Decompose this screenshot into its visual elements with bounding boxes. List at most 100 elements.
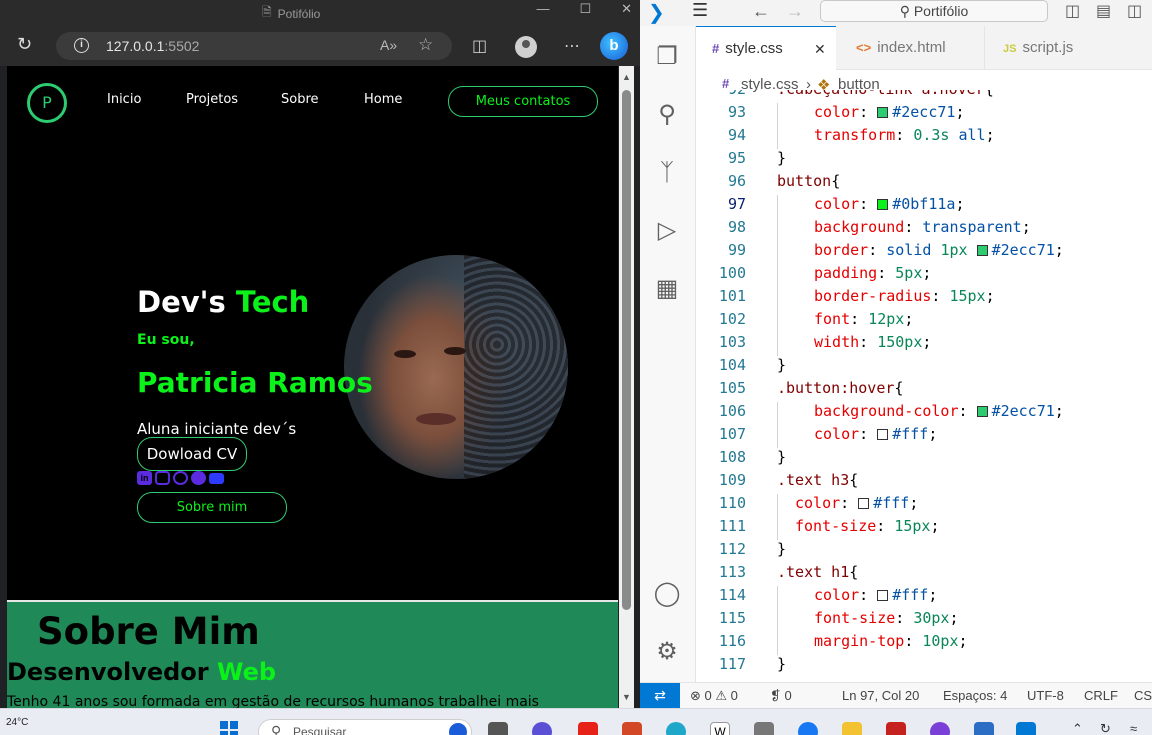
bing-copilot-icon[interactable]: b [600, 32, 628, 60]
teams-icon[interactable] [532, 722, 552, 735]
color-swatch[interactable] [976, 406, 988, 417]
color-swatch[interactable] [976, 245, 988, 256]
language-mode[interactable]: CS [1134, 688, 1152, 703]
code-editor[interactable]: 92 .cabeçalho-link a:hover{93 color: #2ecc… [696, 90, 1152, 680]
download-cv-button[interactable]: Dowload CV [137, 437, 247, 471]
address-bar[interactable]: i 127.0.0.1:5502 A» ☆ [56, 32, 452, 60]
toggle-secondary-sidebar-icon[interactable]: ◫ [1127, 1, 1142, 21]
vscode-taskbar-icon[interactable] [1016, 722, 1036, 735]
tab-style-css[interactable]: # style.css ✕ [696, 26, 836, 70]
minimize-icon[interactable]: — [536, 1, 549, 17]
maximize-icon[interactable]: ☐ [579, 1, 591, 17]
tab-index-html[interactable]: <> index.html [838, 26, 982, 70]
scrollbar-thumb[interactable] [622, 90, 631, 610]
reload-icon[interactable]: ↻ [17, 34, 32, 55]
command-center-search[interactable]: ⚲ Portifólio [820, 0, 1048, 22]
app-m-icon[interactable] [754, 722, 774, 735]
more-menu-icon[interactable]: ⋯ [564, 36, 580, 56]
code-line[interactable]: 113 .text h1{ [696, 563, 1152, 586]
code-line[interactable]: 115 font-size: 30px; [696, 609, 1152, 632]
wifi-icon[interactable]: ≈ [1130, 721, 1137, 735]
start-button[interactable] [220, 721, 238, 735]
code-line[interactable]: 101 border-radius: 15px; [696, 287, 1152, 310]
read-aloud-icon[interactable]: A» [380, 37, 397, 53]
toggle-panel-icon[interactable]: ▤ [1096, 1, 1111, 21]
about-me-button[interactable]: Sobre mim [137, 492, 287, 523]
favorite-star-icon[interactable]: ☆ [418, 35, 433, 55]
site-logo[interactable]: P [27, 83, 67, 123]
edge-icon[interactable] [666, 722, 686, 735]
nav-link-home[interactable]: Home [364, 92, 402, 107]
code-line[interactable]: 98 background: transparent; [696, 218, 1152, 241]
contacts-button[interactable]: Meus contatos [448, 86, 598, 117]
code-line[interactable]: 110 color: #fff; [696, 494, 1152, 517]
page-scrollbar[interactable]: ▲ ▼ [619, 66, 634, 708]
code-line[interactable]: 109 .text h3{ [696, 471, 1152, 494]
linkedin-icon[interactable]: in [137, 471, 152, 485]
code-line[interactable]: 104} [696, 356, 1152, 379]
search-icon[interactable]: ⚲ [652, 100, 682, 130]
youtube-icon[interactable] [578, 722, 598, 735]
source-control-icon[interactable]: ᛉ [652, 158, 682, 188]
close-icon[interactable]: ✕ [621, 1, 632, 17]
color-swatch[interactable] [877, 199, 889, 210]
extensions-icon[interactable]: ▦ [652, 274, 682, 304]
cursor-position[interactable]: Ln 97, Col 20 [842, 688, 919, 703]
code-line[interactable]: 95} [696, 149, 1152, 172]
code-line[interactable]: 108} [696, 448, 1152, 471]
code-line[interactable]: 111 font-size: 15px; [696, 517, 1152, 540]
wikipedia-icon[interactable]: W [710, 722, 730, 735]
color-swatch[interactable] [877, 107, 889, 118]
ports-indicator[interactable]: ❡ 0 [770, 688, 792, 704]
nav-link-inicio[interactable]: Inicio [107, 92, 141, 107]
run-debug-icon[interactable]: ▷ [652, 216, 682, 246]
instagram-icon[interactable] [155, 471, 170, 485]
taskbar-search[interactable]: ⚲ Pesquisar [258, 719, 472, 735]
code-line[interactable]: 92 .cabeçalho-link a:hover{ [696, 90, 1152, 103]
office-icon[interactable] [622, 722, 642, 735]
nav-link-projetos[interactable]: Projetos [186, 92, 238, 107]
profile-avatar[interactable] [515, 36, 537, 58]
account-icon[interactable]: ◯ [652, 579, 682, 609]
color-swatch[interactable] [877, 590, 889, 601]
encoding[interactable]: UTF-8 [1027, 688, 1064, 703]
app-purple-icon[interactable] [930, 722, 950, 735]
code-line[interactable]: 116 margin-top: 10px; [696, 632, 1152, 655]
email-icon[interactable] [209, 473, 224, 484]
gmail-icon[interactable] [886, 722, 906, 735]
code-line[interactable]: 97 color: #0bf11a; [696, 195, 1152, 218]
code-line[interactable]: 105 .button:hover{ [696, 379, 1152, 402]
facebook-icon[interactable] [798, 722, 818, 735]
store-icon[interactable] [974, 722, 994, 735]
settings-gear-icon[interactable]: ⚙ [652, 637, 682, 667]
back-arrow-icon[interactable]: ← [752, 1, 770, 22]
task-view-icon[interactable] [488, 722, 508, 735]
code-line[interactable]: 114 color: #fff; [696, 586, 1152, 609]
remote-indicator-icon[interactable]: ⇄ [640, 683, 680, 709]
code-line[interactable]: 93 color: #2ecc71; [696, 103, 1152, 126]
code-line[interactable]: 112} [696, 540, 1152, 563]
chevron-up-icon[interactable]: ⌃ [1072, 721, 1083, 735]
hamburger-menu-icon[interactable]: ☰ [692, 0, 708, 21]
color-swatch[interactable] [858, 498, 870, 509]
code-line[interactable]: 102 font: 12px; [696, 310, 1152, 333]
code-line[interactable]: 117} [696, 655, 1152, 678]
line-ending[interactable]: CRLF [1084, 688, 1118, 703]
code-line[interactable]: 100 padding: 5px; [696, 264, 1152, 287]
code-line[interactable]: 103 width: 150px; [696, 333, 1152, 356]
color-swatch[interactable] [877, 429, 889, 440]
file-explorer-icon[interactable] [842, 722, 862, 735]
code-line[interactable]: 106 background-color: #2ecc71; [696, 402, 1152, 425]
code-line[interactable]: 107 color: #fff; [696, 425, 1152, 448]
tab-script-js[interactable]: JS script.js [984, 26, 1124, 70]
indentation[interactable]: Espaços: 4 [943, 688, 1007, 703]
sync-icon[interactable]: ↻ [1100, 721, 1111, 735]
forward-arrow-icon[interactable]: → [786, 1, 804, 22]
problems-indicator[interactable]: ⊗ 0 ⚠ 0 [690, 688, 738, 704]
code-line[interactable]: 99 border: solid 1px #2ecc71; [696, 241, 1152, 264]
split-screen-icon[interactable]: ◫ [472, 36, 487, 56]
code-line[interactable]: 96 button{ [696, 172, 1152, 195]
bing-icon[interactable] [449, 723, 467, 735]
whatsapp-icon[interactable] [173, 471, 188, 485]
github-icon[interactable] [191, 471, 206, 485]
